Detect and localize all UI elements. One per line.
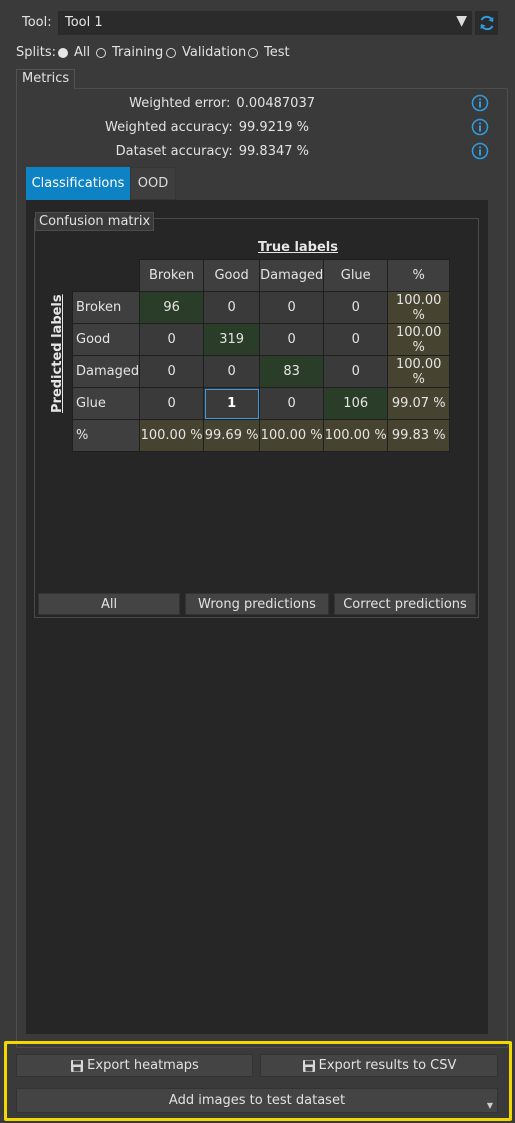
show-all-button[interactable]: All xyxy=(38,593,180,615)
matrix-percent-cell: 100.00 % xyxy=(387,323,451,356)
export-heatmaps-button[interactable]: Export heatmaps xyxy=(16,1054,253,1077)
add-images-label: Add images to test dataset xyxy=(168,1093,346,1108)
splits-label: Splits: xyxy=(16,45,56,60)
matrix-cell[interactable]: 0 xyxy=(139,355,205,388)
row-header: % xyxy=(71,419,141,452)
tool-select[interactable]: Tool 1 ▼ xyxy=(58,11,472,35)
matrix-cell-selected[interactable]: 1 xyxy=(203,387,261,420)
table-row: % 100.00 % 99.69 % 100.00 % 100.00 % 99.… xyxy=(71,419,451,452)
column-header: Glue xyxy=(323,259,389,292)
matrix-cell[interactable]: 0 xyxy=(323,291,389,324)
radio-checked-icon xyxy=(58,47,68,58)
column-header: Broken xyxy=(139,259,205,292)
metrics-title: Metrics xyxy=(16,69,76,89)
row-header: Damaged xyxy=(71,355,141,388)
table-row: Good 0 319 0 0 100.00 % xyxy=(71,323,451,356)
split-radio-label: All xyxy=(74,45,91,60)
info-icon[interactable] xyxy=(471,118,489,136)
column-header: % xyxy=(387,259,451,292)
metric-value: 99.9219 % xyxy=(238,120,309,135)
row-header: Broken xyxy=(71,291,141,324)
metric-weighted-error: Weighted error: 0.00487037 xyxy=(0,96,315,111)
export-csv-button[interactable]: Export results to CSV xyxy=(260,1054,498,1077)
matrix-percent-cell: 100.00 % xyxy=(323,419,389,452)
column-header: Damaged xyxy=(259,259,325,292)
metric-value: 99.8347 % xyxy=(238,144,309,159)
metric-label: Weighted error: xyxy=(129,96,231,111)
matrix-cell[interactable]: 0 xyxy=(139,387,205,420)
matrix-cell[interactable]: 0 xyxy=(259,323,325,356)
matrix-cell[interactable]: 319 xyxy=(203,323,261,356)
row-header: Good xyxy=(71,323,141,356)
confusion-matrix-title: Confusion matrix xyxy=(35,212,155,231)
split-radio-label: Training xyxy=(112,45,164,60)
export-heatmaps-label: Export heatmaps xyxy=(87,1058,199,1073)
metric-weighted-accuracy: Weighted accuracy: 99.9219 % xyxy=(0,120,309,135)
matrix-percent-cell: 100.00 % xyxy=(387,291,451,324)
matrix-cell[interactable]: 96 xyxy=(139,291,205,324)
matrix-cell[interactable]: 0 xyxy=(323,355,389,388)
matrix-cell[interactable]: 0 xyxy=(203,291,261,324)
matrix-cell[interactable]: 0 xyxy=(323,323,389,356)
save-icon xyxy=(302,1059,316,1073)
split-radio-training[interactable]: Training xyxy=(96,45,163,60)
radio-unchecked-icon xyxy=(248,47,258,58)
export-csv-label: Export results to CSV xyxy=(318,1058,457,1073)
table-row: Damaged 0 0 83 0 100.00 % xyxy=(71,355,451,388)
matrix-cell[interactable]: 0 xyxy=(259,291,325,324)
correct-predictions-button[interactable]: Correct predictions xyxy=(334,593,476,615)
matrix-percent-cell: 100.00 % xyxy=(259,419,325,452)
metric-label: Weighted accuracy: xyxy=(104,120,233,135)
matrix-percent-cell: 99.69 % xyxy=(203,419,261,452)
split-radio-label: Test xyxy=(264,45,290,60)
tool-select-value: Tool 1 xyxy=(65,15,103,30)
split-radio-all[interactable]: All xyxy=(58,45,90,60)
table-row: Glue 0 1 0 106 99.07 % xyxy=(71,387,451,420)
tab-classifications[interactable]: Classifications xyxy=(26,167,130,200)
matrix-cell[interactable]: 0 xyxy=(203,355,261,388)
split-radio-validation[interactable]: Validation xyxy=(166,45,246,60)
matrix-cell[interactable]: 0 xyxy=(259,387,325,420)
column-header: Good xyxy=(203,259,261,292)
matrix-cell[interactable]: 83 xyxy=(259,355,325,388)
refresh-button[interactable] xyxy=(475,11,498,35)
tab-ood[interactable]: OOD xyxy=(130,167,176,200)
metric-label: Dataset accuracy: xyxy=(115,144,233,159)
radio-unchecked-icon xyxy=(96,47,106,58)
matrix-percent-cell: 100.00 % xyxy=(387,355,451,388)
table-row: Broken 96 0 0 0 100.00 % xyxy=(71,291,451,324)
row-header: Glue xyxy=(71,387,141,420)
confusion-matrix-table: Broken Good Damaged Glue % Broken 96 0 0… xyxy=(71,259,451,452)
matrix-cell[interactable]: 106 xyxy=(323,387,389,420)
info-icon[interactable] xyxy=(471,142,489,160)
true-labels-heading: True labels xyxy=(258,240,338,255)
save-icon xyxy=(70,1059,84,1073)
info-icon[interactable] xyxy=(471,94,489,112)
dropdown-arrow-icon: ▼ xyxy=(456,13,467,29)
wrong-predictions-button[interactable]: Wrong predictions xyxy=(185,593,329,615)
metric-value: 0.00487037 xyxy=(236,96,315,111)
matrix-percent-cell: 99.83 % xyxy=(387,419,451,452)
add-images-button[interactable]: Add images to test dataset ▼ xyxy=(16,1088,498,1113)
predicted-labels-heading: Predicted labels xyxy=(50,294,65,413)
radio-unchecked-icon xyxy=(166,47,176,58)
refresh-icon xyxy=(480,15,493,31)
split-radio-test[interactable]: Test xyxy=(248,45,290,60)
matrix-percent-cell: 99.07 % xyxy=(387,387,451,420)
matrix-cell[interactable]: 0 xyxy=(139,323,205,356)
split-radio-label: Validation xyxy=(182,45,247,60)
matrix-percent-cell: 100.00 % xyxy=(139,419,205,452)
metric-dataset-accuracy: Dataset accuracy: 99.8347 % xyxy=(0,144,309,159)
tool-label: Tool: xyxy=(22,15,52,30)
menu-arrow-icon: ▼ xyxy=(486,1101,493,1110)
